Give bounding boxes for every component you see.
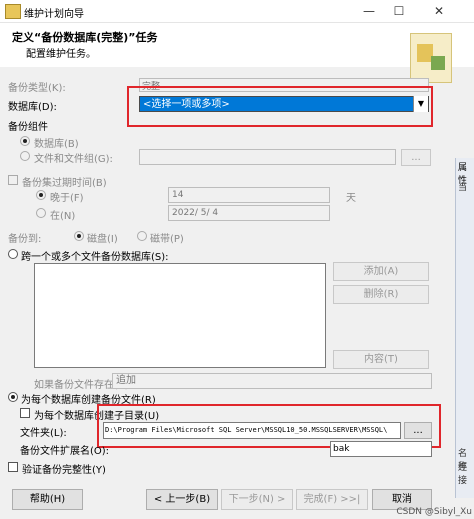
expire-days-unit: 天 (346, 193, 356, 204)
close-button[interactable]: ✕ (424, 0, 454, 22)
subdir-checkbox[interactable] (20, 408, 30, 418)
expire-days-stepper[interactable]: 14 (168, 187, 330, 203)
expire-after-radio[interactable] (36, 190, 46, 200)
database-selected-value: <选择一项或多项> (140, 97, 414, 111)
backup-component-label: 备份组件 (8, 122, 48, 133)
files-input[interactable] (139, 149, 396, 165)
properties-connection-row: 连接 (458, 463, 468, 486)
backup-to-label: 备份到: (8, 234, 42, 245)
disk-label: 磁盘(I) (87, 234, 118, 245)
title-bar: 维护计划向导 — ☐ ✕ (0, 0, 474, 23)
properties-side-panel: 属性 当 名称 连接 (455, 158, 474, 498)
expire-checkbox[interactable] (8, 175, 18, 185)
database-label: 数据库(D): (8, 102, 57, 113)
tape-radio[interactable] (137, 231, 147, 241)
expire-after-label: 晚于(F) (50, 193, 84, 204)
if-exists-select[interactable]: 追加 (112, 373, 432, 389)
tape-label: 磁带(P) (150, 234, 184, 245)
watermark: CSDN @Sibyl_Xu (396, 507, 472, 517)
next-button[interactable]: 下一步(N) > (221, 489, 293, 510)
disk-radio[interactable] (74, 231, 84, 241)
backup-type-label: 备份类型(K): (8, 83, 66, 94)
contents-button[interactable]: 内容(T) (333, 350, 429, 369)
files-component-radio[interactable] (20, 151, 30, 161)
remove-file-button[interactable]: 删除(R) (333, 285, 429, 304)
page-subtitle: 配置维护任务。 (26, 49, 96, 60)
database-dropdown[interactable]: <选择一项或多项> ▼ (139, 96, 429, 112)
wizard-app-icon (5, 4, 21, 19)
verify-label: 验证备份完整性(Y) (22, 465, 106, 476)
properties-row: 当 (458, 183, 468, 193)
wizard-illustration-icon (410, 33, 452, 83)
per-database-radio[interactable] (8, 392, 18, 402)
expire-on-radio[interactable] (36, 208, 46, 218)
across-files-radio[interactable] (8, 249, 18, 259)
page-title: 定义“备份数据库(完整)”任务 (12, 31, 158, 44)
back-button[interactable]: < 上一步(B) (146, 489, 218, 510)
maximize-button[interactable]: ☐ (384, 0, 414, 22)
database-component-radio[interactable] (20, 136, 30, 146)
wizard-header: 定义“备份数据库(完整)”任务 配置维护任务。 (0, 23, 474, 83)
expire-on-label: 在(N) (50, 211, 76, 222)
add-file-button[interactable]: 添加(A) (333, 262, 429, 281)
files-component-label: 文件和文件组(G): (34, 154, 113, 165)
verify-checkbox[interactable] (8, 462, 18, 472)
folder-input[interactable]: D:\Program Files\Microsoft SQL Server\MS… (103, 422, 401, 439)
backup-files-list[interactable] (34, 263, 326, 368)
chevron-down-icon[interactable]: ▼ (413, 96, 428, 112)
database-component-label: 数据库(B) (34, 139, 79, 150)
folder-label: 文件夹(L): (20, 428, 67, 439)
files-browse-button[interactable]: ... (401, 149, 431, 166)
extension-input[interactable]: bak (330, 441, 432, 457)
finish-button[interactable]: 完成(F) >>| (296, 489, 368, 510)
window-title: 维护计划向导 (24, 9, 84, 20)
across-files-label: 跨一个或多个文件备份数据库(S): (21, 252, 169, 263)
folder-browse-button[interactable]: ... (404, 422, 432, 439)
minimize-button[interactable]: — (354, 0, 384, 22)
extension-label: 备份文件扩展名(O): (20, 446, 110, 457)
help-button[interactable]: 帮助(H) (12, 489, 83, 510)
expire-date-picker[interactable]: 2022/ 5/ 4 (168, 205, 330, 221)
expire-label: 备份集过期时间(B) (22, 178, 107, 189)
